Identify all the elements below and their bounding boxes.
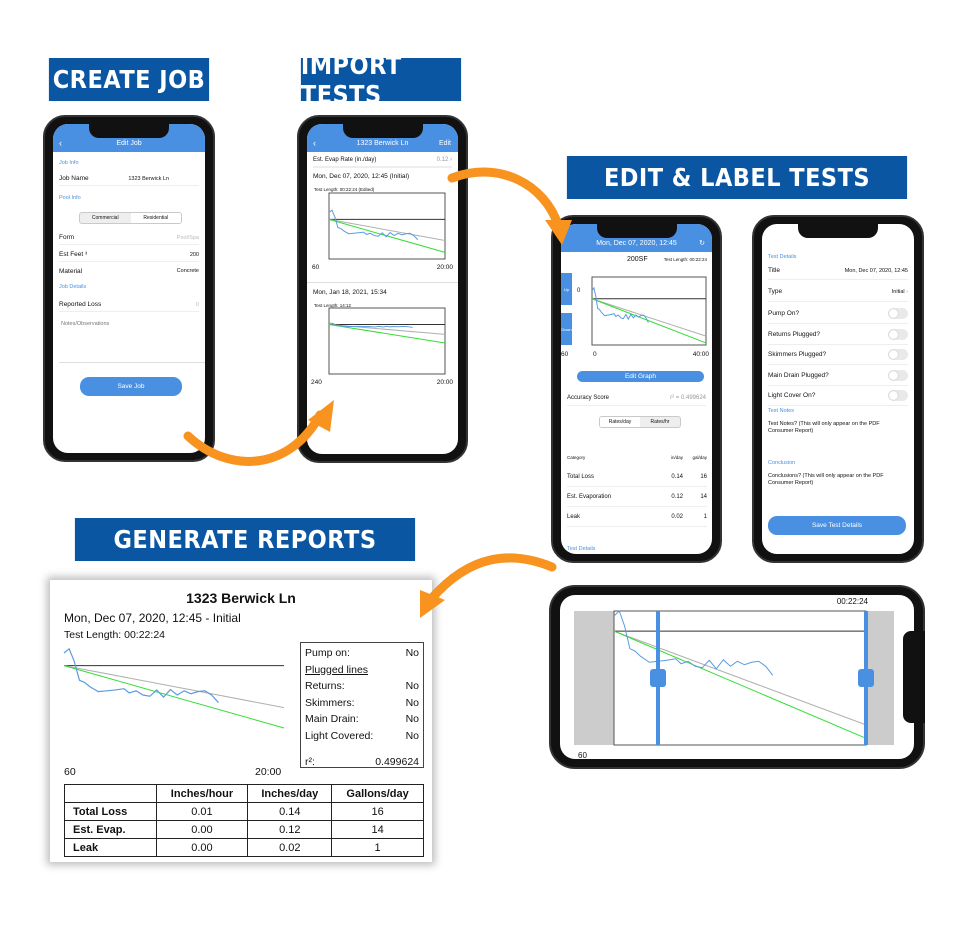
arrow-create-to-import xyxy=(183,410,325,466)
arrow-import-to-edit xyxy=(447,167,563,230)
arrow-1-icon xyxy=(183,167,572,618)
phone-notch xyxy=(596,224,677,238)
phone-notch xyxy=(89,124,169,138)
phone-notch xyxy=(342,124,423,138)
phone-notch xyxy=(798,224,878,238)
arrow-edit-to-reports xyxy=(427,553,557,603)
